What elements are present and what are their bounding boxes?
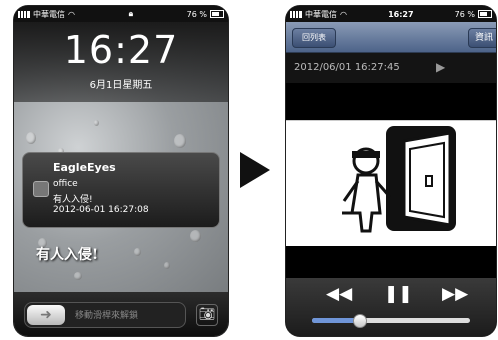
carrier-label: 中華電信 bbox=[33, 9, 65, 19]
notification-line1: office bbox=[53, 179, 78, 189]
status-bar: 中華電信 ◠ 16:27 76 % bbox=[286, 6, 496, 22]
recording-info-bar: 2012/06/01 16:27:45 ▶ bbox=[286, 53, 496, 83]
video-bottom-bar bbox=[286, 246, 496, 278]
intruder-caption: 有人入侵! bbox=[36, 247, 99, 263]
video-top-bar bbox=[286, 83, 496, 120]
app-icon bbox=[33, 181, 49, 197]
signal-icon bbox=[290, 10, 302, 18]
forward-icon[interactable]: ▶▶ bbox=[442, 284, 468, 304]
lock-icon: 🔒︎ bbox=[128, 9, 133, 18]
unlock-bar: ➜ 移動滑桿來解鎖 📷︎ bbox=[14, 292, 228, 336]
recording-timestamp: 2012/06/01 16:27:45 bbox=[294, 62, 400, 73]
play-icon[interactable]: ▶ bbox=[436, 60, 445, 74]
progress-slider[interactable] bbox=[312, 314, 470, 328]
back-button[interactable]: 回列表 bbox=[292, 28, 336, 48]
unlock-slider[interactable]: ➜ 移動滑桿來解鎖 bbox=[24, 302, 186, 328]
push-notification[interactable]: EagleEyes office 有人入侵! 2012-06-01 16:27:… bbox=[22, 152, 220, 228]
pause-icon[interactable]: ❚❚ bbox=[384, 284, 413, 304]
intruder-door-icon bbox=[342, 126, 456, 233]
lock-date: 6月1日星期五 bbox=[89, 80, 153, 91]
lockscreen-phone: 中華電信 ◠ 🔒︎ 76 % 16:27 6月1日星期五 EagleEyes o… bbox=[14, 6, 228, 336]
lock-clock: 16:27 bbox=[63, 28, 179, 72]
status-bar: 中華電信 ◠ 🔒︎ 76 % bbox=[14, 6, 228, 22]
unlock-text: 移動滑桿來解鎖 bbox=[75, 311, 139, 321]
notification-line3: 2012-06-01 16:27:08 bbox=[53, 205, 149, 215]
status-time: 16:27 bbox=[388, 9, 414, 19]
progress-fill bbox=[312, 318, 360, 323]
playback-controls: ◀◀ ❚❚ ▶▶ bbox=[286, 278, 496, 336]
camera-icon[interactable]: 📷︎ bbox=[196, 304, 218, 326]
progress-thumb[interactable] bbox=[353, 314, 368, 328]
notification-line2: 有人入侵! bbox=[53, 195, 93, 205]
player-phone: 中華電信 ◠ 16:27 76 % 回列表 資訊 2012/06/01 16:2… bbox=[286, 6, 496, 336]
video-frame bbox=[286, 120, 496, 248]
battery-label: 76 % bbox=[454, 9, 475, 19]
arrow-right-icon[interactable]: ➜ bbox=[27, 305, 65, 325]
signal-icon bbox=[18, 10, 30, 18]
wifi-icon: ◠ bbox=[340, 9, 347, 19]
rewind-icon[interactable]: ◀◀ bbox=[326, 284, 352, 304]
battery-icon bbox=[478, 10, 492, 18]
transition-arrow-icon bbox=[240, 152, 270, 188]
battery-label: 76 % bbox=[186, 9, 207, 19]
notification-app-name: EagleEyes bbox=[53, 161, 116, 174]
info-button[interactable]: 資訊 bbox=[468, 28, 496, 48]
navigation-bar: 回列表 資訊 bbox=[286, 22, 496, 53]
carrier-label: 中華電信 bbox=[305, 9, 337, 19]
battery-icon bbox=[210, 10, 224, 18]
wifi-icon: ◠ bbox=[68, 9, 75, 19]
